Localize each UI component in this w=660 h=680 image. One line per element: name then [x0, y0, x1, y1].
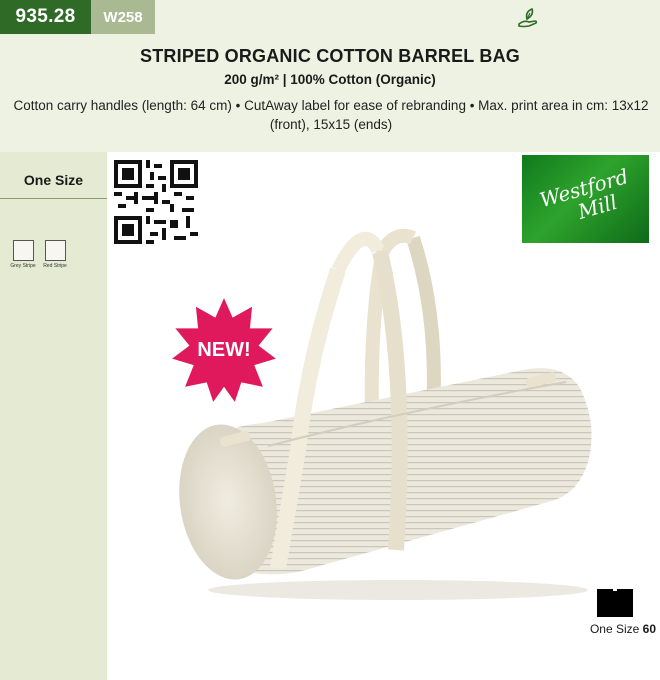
barrel-bag-image	[179, 228, 592, 600]
product-code-badge: 935.28	[0, 0, 91, 34]
size-label: One Size	[23, 172, 84, 188]
sku-badge: W258	[91, 0, 155, 34]
carton-size-label: One Size	[589, 622, 640, 636]
new-badge-label: NEW!	[197, 338, 251, 361]
product-title: STRIPED ORGANIC COTTON BARREL BAG	[140, 46, 520, 66]
eco-hand-leaf-icon	[515, 4, 541, 30]
carton-size-caption: One Size 60	[582, 622, 656, 636]
swatch-red-stripe[interactable]	[45, 240, 66, 261]
carton-box-icon	[597, 587, 633, 617]
size-sidebar	[0, 152, 107, 680]
product-code: 935.28	[15, 6, 76, 27]
swatch-grey-stripe[interactable]	[13, 240, 34, 261]
swatch-label-red: Red Stripe	[43, 263, 67, 269]
product-description: Cotton carry handles (length: 64 cm) • C…	[13, 98, 649, 132]
carton-quantity: 60	[642, 622, 656, 636]
sku-code: W258	[103, 8, 143, 26]
product-subtitle: 200 g/m² | 100% Cotton (Organic)	[224, 72, 436, 87]
size-divider	[0, 198, 107, 199]
